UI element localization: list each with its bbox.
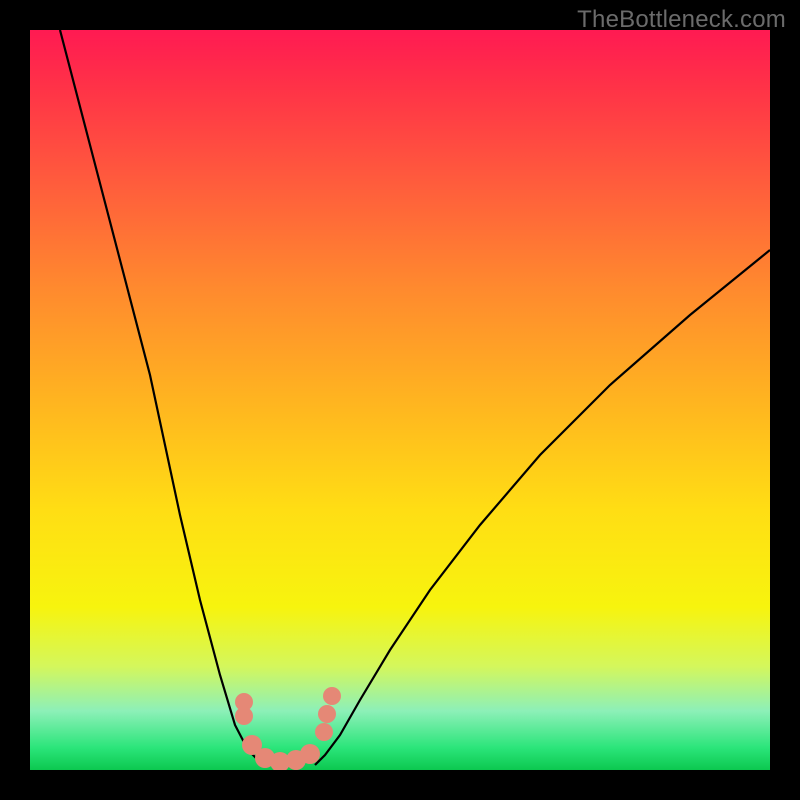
- watermark-text: TheBottleneck.com: [577, 6, 786, 34]
- highlight-dot: [315, 723, 333, 741]
- bottleneck-curve-svg: [30, 30, 770, 770]
- highlight-dot: [323, 687, 341, 705]
- highlight-dot: [300, 744, 320, 764]
- highlight-dot: [235, 693, 253, 711]
- highlight-dots: [235, 687, 341, 770]
- curve-left: [60, 30, 265, 765]
- curve-right: [315, 250, 770, 765]
- chart-frame: [30, 30, 770, 770]
- highlight-dot: [318, 705, 336, 723]
